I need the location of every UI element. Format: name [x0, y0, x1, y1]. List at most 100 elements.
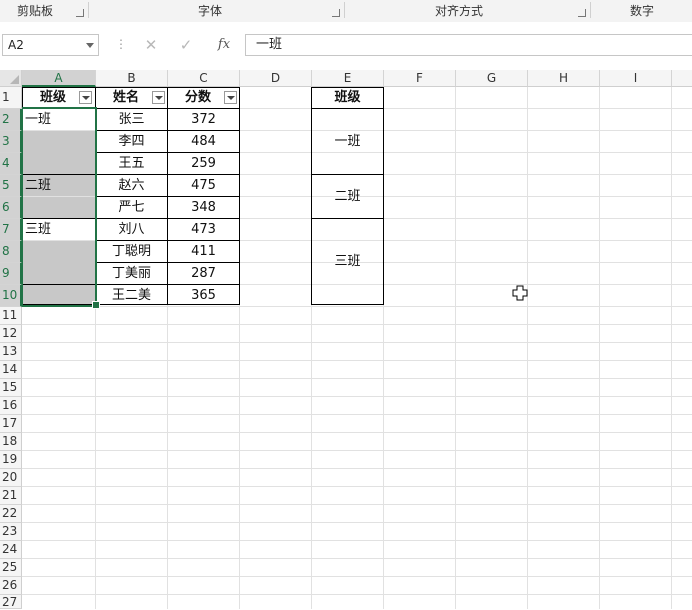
column-header-f[interactable]: F — [384, 70, 456, 87]
column-header-h[interactable]: H — [528, 70, 600, 87]
header-class[interactable]: 班级 — [23, 87, 83, 109]
row-header-10[interactable]: 10 — [0, 285, 22, 307]
cell-score[interactable]: 348 — [168, 197, 239, 219]
row-header-26[interactable]: 26 — [0, 577, 22, 595]
header-name[interactable]: 姓名 — [96, 87, 156, 109]
cell-score[interactable]: 287 — [168, 263, 239, 285]
row-header-22[interactable]: 22 — [0, 505, 22, 523]
cell-name[interactable]: 王五 — [96, 153, 167, 175]
row-header-18[interactable]: 18 — [0, 433, 22, 451]
cell-score[interactable]: 475 — [168, 175, 239, 197]
cell-score[interactable]: 365 — [168, 285, 239, 307]
name-box[interactable]: A2 — [2, 34, 99, 56]
ribbon: 剪贴板 字体 对齐方式 数字 — [0, 0, 692, 23]
cell-cursor-icon — [512, 285, 528, 301]
row-header-13[interactable]: 13 — [0, 343, 22, 361]
row-header-7[interactable]: 7 — [0, 219, 22, 241]
row-header-15[interactable]: 15 — [0, 379, 22, 397]
enter-check-icon[interactable]: ✓ — [176, 35, 196, 55]
grid-line — [455, 87, 456, 609]
filter-dropdown-icon[interactable] — [79, 91, 92, 104]
sheet-grid[interactable]: 班级 姓名 分数 一班 二班 三班 张三 李四 王五 赵六 严七 刘八 丁聪明 … — [22, 87, 692, 609]
row-header-16[interactable]: 16 — [0, 397, 22, 415]
cancel-icon[interactable]: ✕ — [141, 35, 161, 55]
cell-name[interactable]: 王二美 — [96, 285, 167, 307]
row-header-12[interactable]: 12 — [0, 325, 22, 343]
cell-name[interactable]: 刘八 — [96, 219, 167, 241]
cell-score[interactable]: 473 — [168, 219, 239, 241]
row-header-24[interactable]: 24 — [0, 541, 22, 559]
summary-header[interactable]: 班级 — [312, 87, 383, 109]
row-header-17[interactable]: 17 — [0, 415, 22, 433]
select-all-button[interactable] — [0, 70, 22, 87]
formula-bar-grip-icon[interactable]: ⋮ — [115, 38, 127, 50]
table-border — [239, 87, 240, 305]
column-header-e[interactable]: E — [312, 70, 384, 87]
summary-cell-class2[interactable]: 二班 — [312, 175, 383, 218]
grid-line — [671, 87, 672, 609]
column-header-a[interactable]: A — [22, 70, 96, 87]
row-header-6[interactable]: 6 — [0, 197, 22, 219]
select-all-triangle-icon — [10, 75, 19, 84]
alignment-launcher-icon[interactable] — [578, 9, 586, 17]
row-header-19[interactable]: 19 — [0, 451, 22, 469]
column-header-i[interactable]: I — [600, 70, 672, 87]
grid-line — [22, 594, 692, 595]
row-header-1[interactable]: 1 — [0, 87, 22, 109]
cell-name[interactable]: 李四 — [96, 131, 167, 153]
cell-name[interactable]: 严七 — [96, 197, 167, 219]
row-header-4[interactable]: 4 — [0, 153, 22, 175]
fill-handle[interactable] — [92, 301, 100, 309]
ribbon-group-font[interactable]: 字体 — [90, 0, 330, 22]
row-header-9[interactable]: 9 — [0, 263, 22, 285]
formula-input[interactable]: 一班 — [245, 34, 692, 56]
header-score[interactable]: 分数 — [168, 87, 228, 109]
column-header-d[interactable]: D — [240, 70, 312, 87]
cell-name[interactable]: 丁美丽 — [96, 263, 167, 285]
filter-dropdown-icon[interactable] — [152, 91, 165, 104]
grid-line — [599, 87, 600, 609]
column-header-g[interactable]: G — [456, 70, 528, 87]
cell-name[interactable]: 张三 — [96, 109, 167, 131]
row-header-2[interactable]: 2 — [0, 109, 22, 131]
row-header-27[interactable]: 27 — [0, 595, 22, 609]
grid-line — [22, 558, 692, 559]
name-box-dropdown-icon[interactable] — [86, 43, 94, 48]
row-header-8[interactable]: 8 — [0, 241, 22, 263]
cell-name[interactable]: 赵六 — [96, 175, 167, 197]
grid-line — [22, 324, 692, 325]
row-header-11[interactable]: 11 — [0, 307, 22, 325]
filter-dropdown-icon[interactable] — [224, 91, 237, 104]
grid-line — [22, 360, 692, 361]
cell-score[interactable]: 372 — [168, 109, 239, 131]
row-header-3[interactable]: 3 — [0, 131, 22, 153]
ribbon-group-alignment[interactable]: 对齐方式 — [346, 0, 572, 22]
clipboard-launcher-icon[interactable] — [76, 9, 84, 17]
row-header-23[interactable]: 23 — [0, 523, 22, 541]
grid-line — [22, 522, 692, 523]
row-header-21[interactable]: 21 — [0, 487, 22, 505]
font-launcher-icon[interactable] — [332, 9, 340, 17]
row-header-14[interactable]: 14 — [0, 361, 22, 379]
cell-score[interactable]: 484 — [168, 131, 239, 153]
row-header-5[interactable]: 5 — [0, 175, 22, 197]
insert-function-button[interactable]: fx — [213, 35, 235, 55]
ribbon-separator — [88, 2, 89, 18]
ribbon-group-number[interactable]: 数字 — [592, 0, 692, 22]
column-header-c[interactable]: C — [168, 70, 240, 87]
grid-line — [22, 540, 692, 541]
column-header-j[interactable] — [672, 70, 692, 87]
cell-score[interactable]: 259 — [168, 153, 239, 175]
row-header-25[interactable]: 25 — [0, 559, 22, 577]
grid-line — [22, 468, 692, 469]
summary-cell-class1[interactable]: 一班 — [312, 109, 383, 174]
ribbon-group-clipboard[interactable]: 剪贴板 — [0, 0, 70, 22]
cell-score[interactable]: 411 — [168, 241, 239, 263]
grid-line — [22, 342, 692, 343]
column-header-b[interactable]: B — [96, 70, 168, 87]
row-header-20[interactable]: 20 — [0, 469, 22, 487]
cell-name[interactable]: 丁聪明 — [96, 241, 167, 263]
summary-cell-class3[interactable]: 三班 — [312, 219, 383, 304]
selection-range[interactable] — [22, 107, 97, 307]
grid-line — [527, 87, 528, 609]
